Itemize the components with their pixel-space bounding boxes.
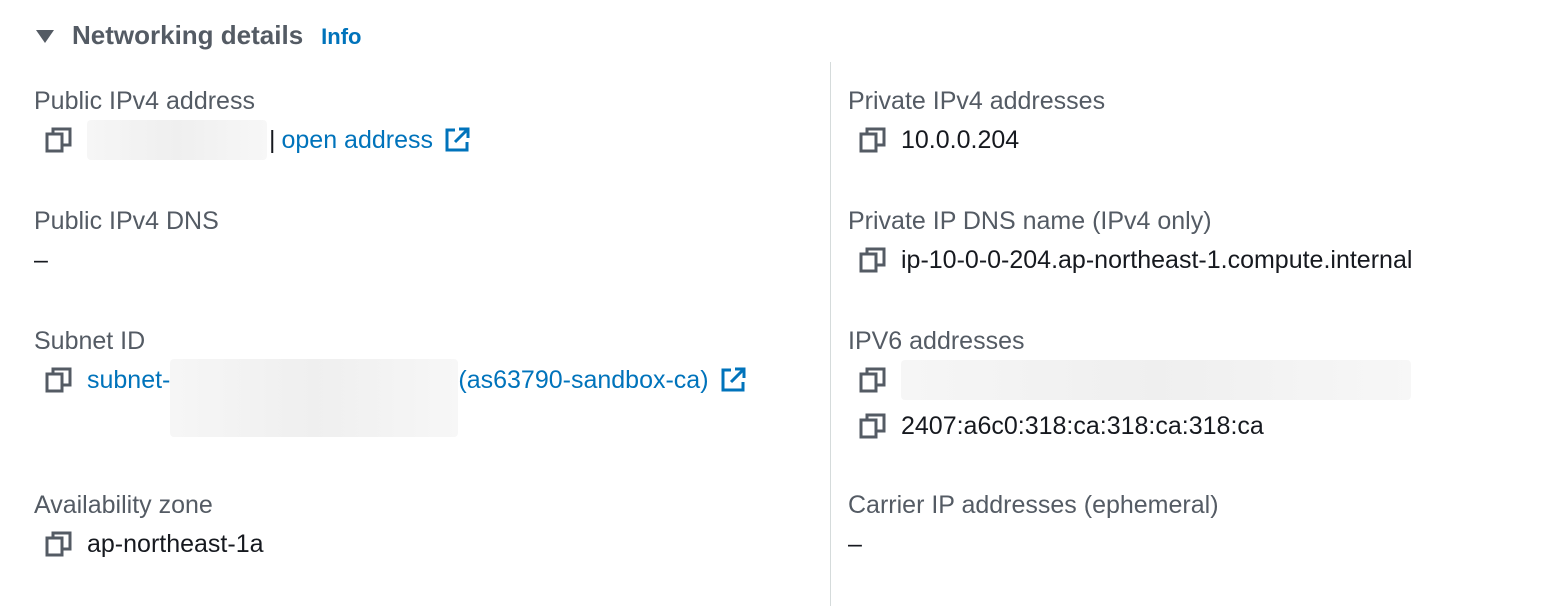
copy-icon[interactable] bbox=[858, 125, 888, 155]
redacted-subnet-id bbox=[170, 359, 459, 437]
private-ipv4-value: 10.0.0.204 bbox=[901, 125, 1020, 154]
public-ipv4-label: Public IPv4 address bbox=[34, 87, 255, 115]
carrier-ip-label: Carrier IP addresses (ephemeral) bbox=[848, 491, 1219, 519]
public-dns-label: Public IPv4 DNS bbox=[34, 207, 219, 235]
redacted-ipv6-address bbox=[901, 360, 1411, 400]
copy-icon[interactable] bbox=[858, 245, 888, 275]
private-dns-value: ip-10-0-0-204.ap-northeast-1.compute.int… bbox=[901, 245, 1413, 274]
availability-zone-value: ap-northeast-1a bbox=[87, 529, 264, 558]
copy-icon[interactable] bbox=[858, 411, 888, 441]
caret-down-icon[interactable] bbox=[36, 29, 54, 43]
open-address-link[interactable]: open address bbox=[282, 126, 434, 155]
ipv6-value: 2407:a6c0:318:ca:318:ca:318:ca bbox=[901, 411, 1264, 440]
column-divider bbox=[830, 62, 831, 606]
external-link-icon[interactable] bbox=[719, 366, 747, 394]
subnet-field: Subnet ID subnet- (as63790-sandbox-ca) bbox=[34, 326, 747, 437]
public-dns-value-row: – bbox=[34, 238, 219, 282]
private-ipv4-value-row: 10.0.0.204 bbox=[848, 118, 1105, 162]
availability-zone-value-row: ap-northeast-1a bbox=[34, 522, 264, 566]
public-dns-value: – bbox=[34, 245, 48, 274]
ipv6-value-row-2: 2407:a6c0:318:ca:318:ca:318:ca bbox=[848, 404, 1411, 448]
section-header: Networking details Info bbox=[36, 18, 361, 52]
availability-zone-label: Availability zone bbox=[34, 491, 213, 519]
copy-icon[interactable] bbox=[44, 125, 74, 155]
public-ipv4-value: | open address bbox=[34, 118, 471, 162]
private-dns-label: Private IP DNS name (IPv4 only) bbox=[848, 207, 1212, 235]
ipv6-field: IPV6 addresses 2407:a6c0:318:ca:318:ca:3… bbox=[848, 326, 1411, 448]
copy-icon[interactable] bbox=[858, 365, 888, 395]
public-dns-field: Public IPv4 DNS – bbox=[34, 206, 219, 282]
copy-icon[interactable] bbox=[44, 365, 74, 395]
subnet-link-suffix[interactable]: (as63790-sandbox-ca) bbox=[458, 366, 708, 395]
subnet-label: Subnet ID bbox=[34, 327, 146, 355]
subnet-value: subnet- (as63790-sandbox-ca) bbox=[34, 358, 747, 437]
separator: | bbox=[269, 125, 276, 154]
carrier-ip-field: Carrier IP addresses (ephemeral) – bbox=[848, 490, 1219, 566]
public-ipv4-field: Public IPv4 address | open address bbox=[34, 86, 471, 162]
private-dns-value-row: ip-10-0-0-204.ap-northeast-1.compute.int… bbox=[848, 238, 1412, 282]
external-link-icon[interactable] bbox=[443, 126, 471, 154]
copy-icon[interactable] bbox=[44, 529, 74, 559]
info-link[interactable]: Info bbox=[321, 24, 361, 50]
ipv6-label: IPV6 addresses bbox=[848, 327, 1025, 355]
section-title[interactable]: Networking details bbox=[72, 20, 303, 51]
ipv6-value-row-1 bbox=[848, 358, 1411, 402]
private-ipv4-label: Private IPv4 addresses bbox=[848, 87, 1106, 115]
subnet-link-prefix[interactable]: subnet- bbox=[87, 366, 170, 395]
private-ipv4-field: Private IPv4 addresses 10.0.0.204 bbox=[848, 86, 1105, 162]
redacted-public-ip bbox=[87, 120, 267, 160]
carrier-ip-value-row: – bbox=[848, 522, 1219, 566]
availability-zone-field: Availability zone ap-northeast-1a bbox=[34, 490, 264, 566]
carrier-ip-value: – bbox=[848, 529, 862, 558]
private-dns-field: Private IP DNS name (IPv4 only) ip-10-0-… bbox=[848, 206, 1412, 282]
